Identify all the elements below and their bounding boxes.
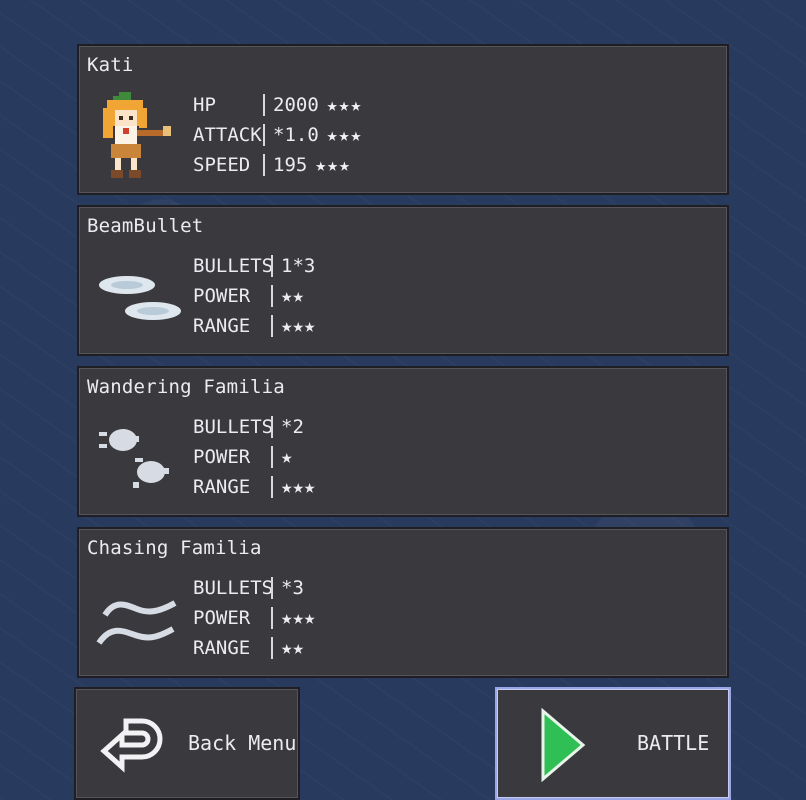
back-menu-label: Back Menu <box>188 731 297 755</box>
stat-value: *3 <box>281 577 304 599</box>
weapon-name: Wandering Familia <box>87 376 285 398</box>
stat-value: 2000 <box>273 94 319 116</box>
stat-separator <box>271 637 273 659</box>
stat-separator <box>263 94 265 116</box>
stat-label: BULLETS <box>193 577 274 599</box>
back-arrow-icon <box>100 718 163 773</box>
weapon-stats: BULLETS *2 POWER ★ RANGE ★★★ <box>193 412 315 502</box>
stat-label: POWER <box>193 446 251 468</box>
stat-value: ★★★ <box>281 476 316 498</box>
stat-label: RANGE <box>193 315 251 337</box>
stat-label: POWER <box>193 285 251 307</box>
stat-row-range: RANGE ★★★ <box>193 311 315 341</box>
stat-row-power: POWER ★★★ <box>193 603 315 633</box>
stat-value: ★★ <box>281 285 304 307</box>
stat-label: RANGE <box>193 476 251 498</box>
weapon-panel-wandering-familia: Wandering Familia BULLETS *2 POWER ★ RAN… <box>77 366 729 517</box>
kati-sprite <box>93 86 185 186</box>
character-name: Kati <box>87 54 134 76</box>
battle-label: BATTLE <box>637 731 710 755</box>
stat-row-range: RANGE ★★ <box>193 633 315 663</box>
stat-label: ATTACK <box>193 124 262 146</box>
weapon-name: BeamBullet <box>87 215 204 237</box>
weapon-panel-beam-bullet: BeamBullet BULLETS 1*3 POWER ★★ RANGE ★★… <box>77 205 729 356</box>
character-panel: Kati HP 2000 ★★★ ATTACK *1.0 ★★★ SPEED 1… <box>77 44 729 195</box>
weapon-panel-chasing-familia: Chasing Familia BULLETS *3 POWER ★★★ RAN… <box>77 527 729 678</box>
weapon-stats: BULLETS *3 POWER ★★★ RANGE ★★ <box>193 573 315 663</box>
stat-separator <box>271 255 273 277</box>
stat-separator <box>263 124 265 146</box>
play-arrow-icon <box>541 707 586 783</box>
stat-separator <box>271 446 273 468</box>
stat-row-speed: SPEED 195 ★★★ <box>193 150 362 180</box>
chasing-familia-icon <box>93 569 185 669</box>
stat-separator <box>271 577 273 599</box>
weapon-stats: BULLETS 1*3 POWER ★★ RANGE ★★★ <box>193 251 315 341</box>
stat-row-hp: HP 2000 ★★★ <box>193 90 362 120</box>
stat-separator <box>271 315 273 337</box>
battle-button[interactable]: BATTLE <box>495 687 731 800</box>
stat-label: SPEED <box>193 154 251 176</box>
stat-row-bullets: BULLETS 1*3 <box>193 251 315 281</box>
stat-separator <box>271 416 273 438</box>
stat-value: 195 <box>273 154 308 176</box>
stat-stars: ★★★ <box>326 94 363 116</box>
stat-row-power: POWER ★★ <box>193 281 315 311</box>
stat-row-power: POWER ★ <box>193 442 315 472</box>
weapon-name: Chasing Familia <box>87 537 262 559</box>
stat-label: RANGE <box>193 637 251 659</box>
stat-separator <box>271 285 273 307</box>
stat-label: HP <box>193 94 216 116</box>
stat-value: ★★★ <box>281 315 316 337</box>
stat-value: ★★ <box>281 637 304 659</box>
stat-value: ★ <box>281 446 293 468</box>
stat-value: *1.0 <box>273 124 319 146</box>
stat-value: ★★★ <box>281 607 316 629</box>
back-menu-button[interactable]: Back Menu <box>74 687 300 800</box>
stat-label: POWER <box>193 607 251 629</box>
stat-row-attack: ATTACK *1.0 ★★★ <box>193 120 362 150</box>
beam-bullet-icon <box>93 247 185 347</box>
stat-row-bullets: BULLETS *2 <box>193 412 315 442</box>
stat-row-range: RANGE ★★★ <box>193 472 315 502</box>
stat-separator <box>271 607 273 629</box>
stat-stars: ★★★ <box>315 154 351 176</box>
stat-row-bullets: BULLETS *3 <box>193 573 315 603</box>
character-stats: HP 2000 ★★★ ATTACK *1.0 ★★★ SPEED 195 ★★… <box>193 90 362 180</box>
stat-separator <box>271 476 273 498</box>
stat-value: *2 <box>281 416 304 438</box>
wandering-familia-icon <box>93 408 185 508</box>
stat-label: BULLETS <box>193 255 274 277</box>
stat-stars: ★★★ <box>326 124 363 146</box>
stat-value: 1*3 <box>281 255 316 277</box>
stat-separator <box>263 154 265 176</box>
stat-label: BULLETS <box>193 416 274 438</box>
